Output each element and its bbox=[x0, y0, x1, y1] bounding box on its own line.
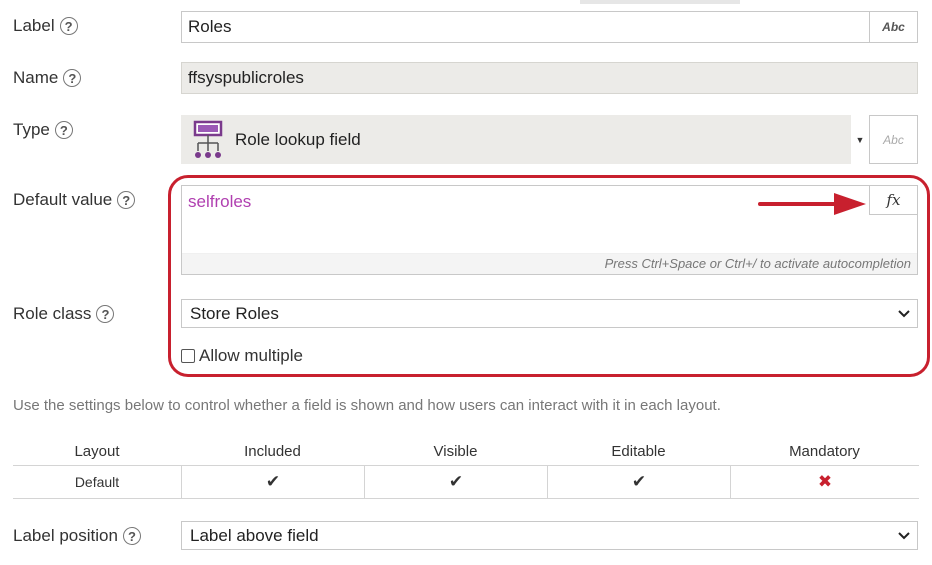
role-class-select[interactable]: Store Roles bbox=[181, 299, 918, 328]
function-button[interactable]: fx bbox=[869, 185, 918, 215]
role-class-text: Role class bbox=[13, 304, 92, 323]
name-text: Name bbox=[13, 68, 59, 87]
help-icon[interactable]: ? bbox=[117, 191, 136, 209]
type-field-label: Type ? bbox=[13, 120, 73, 140]
label-type-button[interactable]: Abc bbox=[869, 11, 918, 43]
name-field-label: Name ? bbox=[13, 68, 82, 88]
layout-table: Layout Included Visible Editable Mandato… bbox=[13, 438, 919, 499]
allow-multiple-checkbox[interactable]: Allow multiple bbox=[181, 346, 303, 366]
name-input-value: ffsyspublicroles bbox=[188, 68, 304, 87]
label-type-button-text: Abc bbox=[882, 20, 905, 34]
label-position-field-label: Label position ? bbox=[13, 526, 141, 546]
default-value-field-label: Default value ? bbox=[13, 190, 136, 210]
help-icon[interactable]: ? bbox=[63, 69, 82, 87]
row-layout-name: Default bbox=[74, 474, 120, 490]
help-icon[interactable]: ? bbox=[59, 17, 78, 35]
header-included: Included bbox=[244, 443, 301, 460]
type-select-value: Role lookup field bbox=[235, 129, 361, 149]
fx-icon: fx bbox=[886, 191, 901, 209]
allow-multiple-label: Allow multiple bbox=[199, 346, 303, 365]
type-type-button: Abc bbox=[869, 115, 918, 164]
chevron-down-icon bbox=[898, 309, 910, 317]
type-type-button-text: Abc bbox=[883, 132, 904, 147]
autocomplete-hint: Press Ctrl+Space or Ctrl+/ to activate a… bbox=[182, 253, 917, 274]
editable-check-icon[interactable]: ✔ bbox=[547, 466, 730, 498]
help-icon[interactable]: ? bbox=[54, 121, 73, 139]
role-class-select-value: Store Roles bbox=[190, 303, 279, 323]
name-input: ffsyspublicroles bbox=[181, 62, 918, 94]
label-field-label: Label ? bbox=[13, 16, 78, 36]
label-position-text: Label position bbox=[13, 526, 118, 545]
top-tab-indicator bbox=[580, 0, 740, 4]
default-value-expression: selfroles bbox=[188, 192, 252, 211]
mandatory-cross-icon[interactable]: ✖ bbox=[730, 466, 919, 498]
table-row: Default ✔ ✔ ✔ ✖ bbox=[13, 466, 919, 499]
label-position-select[interactable]: Label above field bbox=[181, 521, 918, 550]
chevron-down-icon bbox=[898, 531, 910, 539]
header-mandatory: Mandatory bbox=[789, 443, 860, 460]
label-text: Label bbox=[13, 16, 55, 35]
red-arrow-annotation bbox=[758, 193, 866, 215]
included-check-icon[interactable]: ✔ bbox=[181, 466, 364, 498]
default-value-text: Default value bbox=[13, 190, 113, 209]
role-class-field-label: Role class ? bbox=[13, 304, 115, 324]
help-icon[interactable]: ? bbox=[96, 305, 115, 323]
visible-check-icon[interactable]: ✔ bbox=[364, 466, 547, 498]
header-visible: Visible bbox=[433, 443, 478, 460]
label-position-select-value: Label above field bbox=[190, 525, 319, 545]
type-text: Type bbox=[13, 120, 50, 139]
header-layout: Layout bbox=[74, 443, 120, 460]
table-header: Layout Included Visible Editable Mandato… bbox=[13, 438, 919, 466]
header-editable: Editable bbox=[611, 443, 666, 460]
type-dropdown-caret-icon[interactable]: ▼ bbox=[851, 115, 869, 164]
checkbox-box[interactable] bbox=[181, 349, 195, 363]
layout-info-text: Use the settings below to control whethe… bbox=[13, 397, 721, 414]
label-input-value: Roles bbox=[188, 17, 232, 36]
help-icon[interactable]: ? bbox=[122, 527, 141, 545]
label-input[interactable]: Roles bbox=[181, 11, 870, 43]
type-select[interactable]: Role lookup field bbox=[181, 115, 851, 164]
role-lookup-icon bbox=[193, 120, 223, 158]
